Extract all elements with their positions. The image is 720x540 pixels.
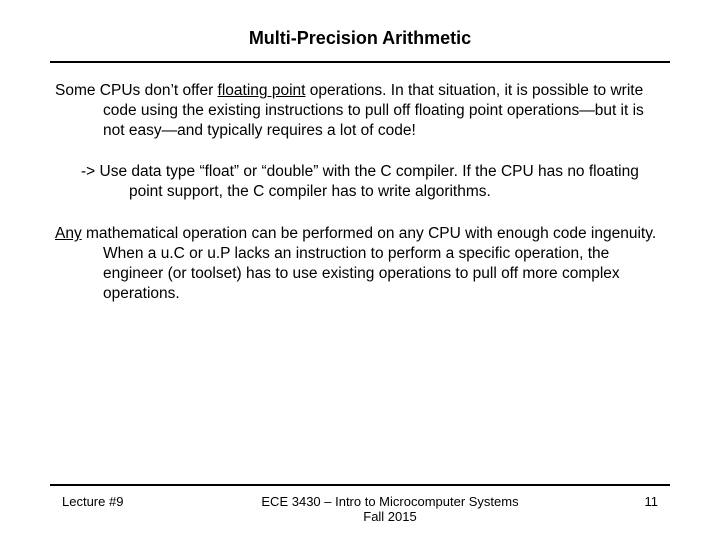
p1-text-a: Some CPUs don’t offer <box>55 82 218 99</box>
p3-text-b: mathematical operation can be performed … <box>82 225 656 301</box>
p1-underline: floating point <box>218 82 306 99</box>
p2-text: -> Use data type “float” or “double” wit… <box>81 163 639 200</box>
footer-lecture-label: Lecture #9 <box>62 494 162 509</box>
footer-divider <box>50 484 670 486</box>
slide-body: Some CPUs don’t offer floating point ope… <box>40 81 680 303</box>
paragraph-3: Any mathematical operation can be perfor… <box>55 224 665 303</box>
paragraph-1: Some CPUs don’t offer floating point ope… <box>55 81 665 140</box>
footer-page-number: 11 <box>618 494 658 509</box>
slide-footer: Lecture #9 ECE 3430 – Intro to Microcomp… <box>40 484 680 524</box>
title-divider <box>50 61 670 63</box>
slide-title: Multi-Precision Arithmetic <box>40 28 680 49</box>
slide: Multi-Precision Arithmetic Some CPUs don… <box>0 0 720 540</box>
paragraph-2: -> Use data type “float” or “double” wit… <box>55 162 665 202</box>
footer-course-info: ECE 3430 – Intro to Microcomputer System… <box>162 494 618 524</box>
footer-course-line1: ECE 3430 – Intro to Microcomputer System… <box>261 494 518 509</box>
p3-underline: Any <box>55 225 82 242</box>
footer-row: Lecture #9 ECE 3430 – Intro to Microcomp… <box>40 494 680 524</box>
footer-course-line2: Fall 2015 <box>363 509 416 524</box>
